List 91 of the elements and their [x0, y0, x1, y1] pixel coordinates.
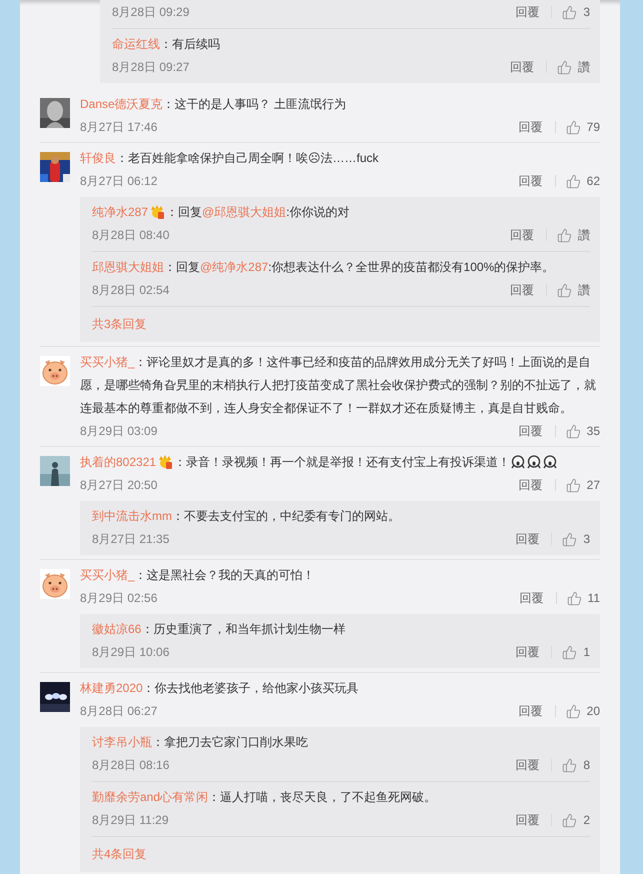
scream-emoji-icon: [543, 455, 558, 469]
thumbs-up-icon: [562, 532, 578, 546]
comment-time: 8月28日 02:54: [92, 282, 170, 298]
thumbs-up-icon: [566, 478, 581, 492]
comment-text: 徽姑凉66：历史重演了，和当年抓计划生物一样: [92, 621, 346, 638]
username-link[interactable]: 买买小猪_: [80, 568, 135, 582]
comment-text: 讨李吊小瓶：拿把刀去它家门口削水果吃: [92, 734, 309, 751]
like-button[interactable]: 35: [566, 424, 600, 438]
comment-text: 买买小猪_：评论里奴才是真的多！这件事已经和疫苗的品牌效用成分无关了好吗！上面说的是自愿，是哪些犄角旮旯里的末梢执行人把打疫苗变成了黑社会收保护费式的强制？别的不扯远了，就连最基本的尊重都做不到，连人身安全都保证不了！一群奴才还在质疑博主，真是自甘贱命。: [80, 354, 597, 417]
more-replies-link[interactable]: 共4条回复: [92, 837, 590, 872]
like-button[interactable]: 79: [566, 120, 600, 134]
reply-link[interactable]: 回覆: [510, 282, 534, 298]
like-button[interactable]: 讚: [557, 282, 590, 298]
comment-text: 勤靡余劳and心有常闲：逼人打喵，丧尽天良，了不起鱼死网破。: [92, 789, 438, 806]
thumbs-up-icon: [566, 174, 581, 188]
thumbs-up-icon: [562, 812, 578, 828]
thumbs-up-icon: [562, 644, 578, 660]
reply-link[interactable]: 回覆: [515, 530, 540, 548]
comment-text: 邱恩骐大姐姐：回复@纯净水287:你想表达什么？全世界的疫苗都没有100%的保护率。: [92, 259, 556, 276]
reply-link[interactable]: 回覆: [510, 226, 534, 244]
comment-time: 8月28日 08:16: [92, 756, 170, 774]
thumbs-up-icon: [562, 4, 578, 20]
comment-time: 8月28日 08:40: [92, 226, 170, 244]
username-link[interactable]: 徽姑凉66: [92, 622, 142, 636]
like-button[interactable]: 讚: [557, 226, 590, 244]
comment-text: 执着的802321 ：录音！录视频！再一个就是举报！还有支付宝上有投诉渠道！: [80, 451, 600, 474]
thumbs-up-icon: [566, 704, 581, 718]
username-link[interactable]: 讨李吊小瓶: [92, 735, 152, 749]
thumbs-up-icon: [566, 120, 581, 134]
username-link[interactable]: 执着的802321: [80, 455, 156, 469]
like-button[interactable]: 11: [566, 590, 600, 606]
reply-link[interactable]: 回覆: [515, 4, 540, 20]
comment-time: 8月27日 17:46: [80, 118, 158, 136]
reply-link[interactable]: 回覆: [518, 118, 543, 136]
comment-time: 8月27日 06:12: [80, 172, 158, 190]
reply-link[interactable]: 回覆: [518, 422, 543, 440]
username-link[interactable]: 林建勇2020: [80, 681, 143, 695]
comment-text: 命运红线：有后续吗: [112, 36, 221, 53]
thumbs-up-icon: [566, 424, 581, 438]
like-button[interactable]: 1: [562, 644, 590, 660]
comment-time: 8月28日 09:27: [112, 58, 190, 76]
comment-time: 8月29日 03:09: [80, 422, 158, 440]
scream-emoji-icon: [527, 455, 542, 469]
like-button[interactable]: 8: [562, 758, 590, 772]
comment-time: 8月29日 11:29: [92, 812, 168, 828]
comment-text: 轩俊良：老百姓能拿啥保护自己周全啊！唉☹法……fuck: [80, 150, 380, 167]
username-link[interactable]: 邱恩骐大姐姐: [92, 260, 164, 274]
reply-link[interactable]: 回覆: [515, 812, 540, 828]
username-link[interactable]: 纯净水287: [92, 205, 148, 219]
comment-text: 林建勇2020：你去找他老婆孩子，给他家小孩买玩具: [80, 680, 360, 697]
reply-link[interactable]: 回覆: [510, 58, 534, 76]
pig-avatar: [40, 356, 70, 386]
scream-emoji-icon: [511, 455, 526, 469]
username-link[interactable]: 到中流击水mm: [92, 509, 172, 523]
like-button[interactable]: 3: [562, 532, 590, 546]
comment-time: 8月27日 20:50: [80, 476, 158, 494]
reply-link[interactable]: 回覆: [520, 590, 544, 606]
comment-time: 8月28日 09:29: [112, 4, 190, 20]
reply-link[interactable]: 回覆: [515, 756, 540, 774]
mention-link[interactable]: @邱恩骐大姐姐: [202, 205, 286, 219]
username-link[interactable]: Danse德沃夏克: [80, 97, 163, 111]
reply-link[interactable]: 回覆: [518, 172, 543, 190]
like-button[interactable]: 27: [566, 478, 600, 492]
like-button[interactable]: 讚: [557, 58, 590, 76]
thumbs-up-icon: [562, 758, 578, 772]
comment-text: 到中流击水mm：不要去支付宝的，中纪委有专门的网站。: [92, 508, 401, 525]
comment-time: 8月28日 06:27: [80, 702, 158, 720]
like-button[interactable]: 20: [566, 704, 600, 718]
comment-text: 纯净水287 ：回复@邱恩骐大姐姐:你你说的对: [92, 203, 351, 221]
more-replies-link[interactable]: 共3条回复: [92, 307, 590, 342]
reply-link[interactable]: 回覆: [518, 476, 543, 494]
comment-text: 买买小猪_：这是黑社会？我的天真的可怕！: [80, 567, 316, 584]
thumbs-up-icon: [566, 590, 582, 606]
reply-link[interactable]: 回覆: [515, 644, 540, 660]
username-link[interactable]: 轩俊良: [80, 151, 116, 165]
username-link[interactable]: 命运红线: [112, 37, 160, 51]
comment-time: 8月29日 10:06: [92, 644, 170, 660]
username-link[interactable]: 勤靡余劳and心有常闲: [92, 790, 208, 804]
comment-time: 8月27日 21:35: [92, 530, 170, 548]
like-button[interactable]: 2: [562, 812, 590, 828]
like-button[interactable]: 3: [562, 4, 590, 20]
reply-link[interactable]: 回覆: [518, 702, 543, 720]
thumbs-up-icon: [557, 228, 572, 242]
username-link[interactable]: 买买小猪_: [80, 355, 135, 369]
comment-text: Danse德沃夏克：这干的是人事吗？ 土匪流氓行为: [80, 96, 348, 113]
thumbs-up-icon: [557, 282, 572, 298]
like-button[interactable]: 62: [566, 174, 600, 188]
pig-avatar: [40, 569, 70, 599]
comment-time: 8月29日 02:56: [80, 590, 158, 606]
thumbs-up-icon: [557, 60, 572, 74]
mention-link[interactable]: @纯净水287: [200, 260, 268, 274]
